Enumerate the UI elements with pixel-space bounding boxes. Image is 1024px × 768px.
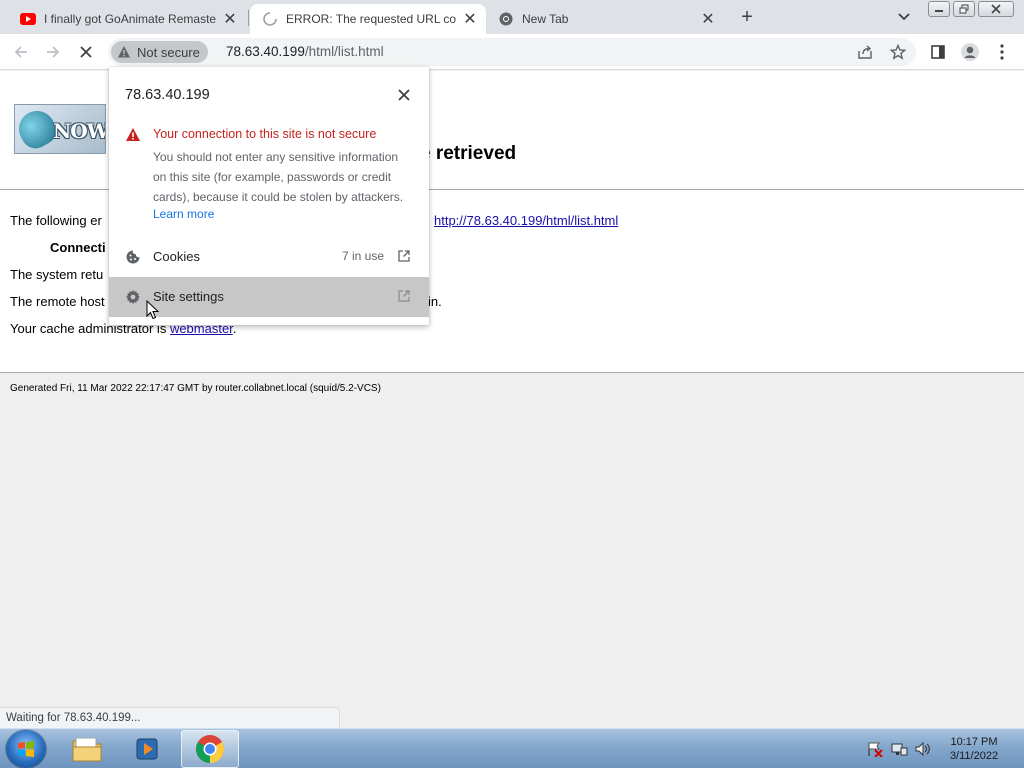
restore-button[interactable] [953,1,975,17]
system-clock[interactable]: 10:17 PM 3/11/2022 [936,735,1012,763]
close-tab-icon[interactable]: ✕ [700,11,716,28]
browser-toolbar: Not secure 78.63.40.199/html/list.html [0,34,1024,70]
popup-host: 78.63.40.199 [125,87,210,103]
tab-search-chevron-icon[interactable] [894,8,914,26]
folder-icon [72,737,102,762]
cookie-icon [126,250,140,264]
url-path: /html/list.html [304,44,384,59]
close-tab-icon[interactable]: ✕ [222,11,238,28]
tab-separator [248,10,249,26]
site-security-chip[interactable]: Not secure [111,41,208,63]
generated-footer: Generated Fri, 11 Mar 2022 22:17:47 GMT … [10,383,381,394]
security-chip-label: Not secure [137,44,200,60]
error-line-system: The system retu [10,267,104,282]
stop-loading-button[interactable] [74,40,98,64]
cookies-label: Cookies [153,249,200,264]
chrome-icon [196,735,224,763]
clock-time: 10:17 PM [950,736,998,748]
tab-youtube[interactable]: I finally got GoAnimate Remastered ✕ [8,4,246,34]
cookies-row[interactable]: Cookies 7 in use [109,237,429,277]
chrome-icon [498,11,514,27]
forward-button[interactable] [41,40,65,64]
tab-new-tab[interactable]: New Tab ✕ [486,4,724,34]
close-popup-icon[interactable] [395,86,413,104]
close-tab-icon[interactable]: ✕ [462,11,478,28]
squid-logo: NOW [14,104,106,154]
error-line-remote-host-end: in. [428,294,442,309]
taskbar-media-player[interactable] [118,730,176,768]
warning-triangle-icon [126,128,140,141]
tab-title: ERROR: The requested URL could not be re… [286,12,456,26]
start-button[interactable] [6,730,46,768]
media-player-icon [136,738,158,760]
error-line-remote-host: The remote host [10,294,105,309]
requested-url-link[interactable]: http://78.63.40.199/html/list.html [434,213,618,228]
cookies-count: 7 in use [341,249,384,263]
taskbar-chrome[interactable] [181,730,239,768]
tab-strip: I finally got GoAnimate Remastered ✕ ERR… [0,0,1024,34]
volume-icon[interactable] [914,741,932,757]
action-center-flag-icon[interactable] [866,741,884,757]
site-settings-label: Site settings [153,289,224,304]
url-host: 78.63.40.199 [226,44,305,59]
tab-error-page[interactable]: ERROR: The requested URL could not be re… [250,4,486,34]
youtube-icon [20,11,36,27]
error-type: Connecti [50,240,106,255]
url-text[interactable]: 78.63.40.199/html/list.html [226,44,384,59]
minimize-button[interactable] [928,1,950,17]
site-info-popup: 78.63.40.199 Your connection to this sit… [109,67,429,325]
side-panel-icon[interactable] [926,40,950,64]
gear-icon [126,290,140,304]
close-window-button[interactable] [978,1,1014,17]
open-external-icon [398,250,410,262]
new-tab-button[interactable]: + [736,6,758,28]
back-button[interactable] [9,40,33,64]
mouse-cursor-icon [146,300,160,320]
open-external-icon [398,290,410,302]
warning-triangle-icon [118,46,130,58]
clock-date: 3/11/2022 [949,750,999,762]
share-icon[interactable] [853,40,877,64]
taskbar-file-explorer[interactable] [58,730,116,768]
bookmark-star-icon[interactable] [886,40,910,64]
profile-avatar-icon[interactable] [958,40,982,64]
tab-title: I finally got GoAnimate Remastered [44,12,216,26]
error-line-intro: The following er [10,213,102,228]
windows-taskbar: 10:17 PM 3/11/2022 [0,728,1024,768]
loading-spinner-icon [262,11,278,27]
network-icon[interactable] [890,741,908,757]
divider [0,372,1024,373]
tab-title: New Tab [522,12,569,26]
logo-wordmark: NOW [53,119,106,143]
loading-status-bubble: Waiting for 78.63.40.199... [0,707,340,728]
error-heading: e retrieved [420,143,517,164]
menu-kebab-icon[interactable] [990,40,1014,64]
insecure-connection-description: You should not enter any sensitive infor… [153,150,404,204]
windows-logo-icon [18,741,34,757]
insecure-connection-title: Your connection to this site is not secu… [153,127,377,141]
learn-more-link[interactable]: Learn more [153,207,214,221]
address-bar[interactable]: Not secure 78.63.40.199/html/list.html [108,38,916,66]
